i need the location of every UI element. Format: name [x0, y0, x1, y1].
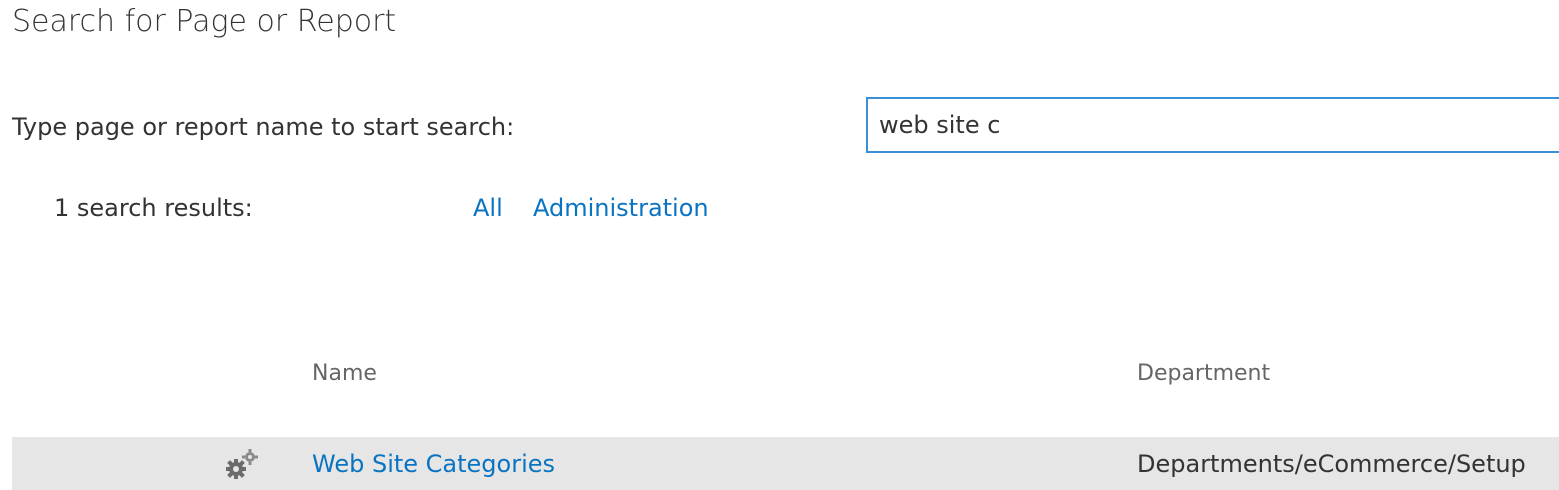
column-header-name[interactable]: Name	[312, 361, 377, 386]
result-department: Departments/eCommerce/Setup	[1137, 450, 1526, 478]
search-field[interactable]	[866, 97, 1559, 153]
results-count-label: 1 search results:	[54, 194, 253, 222]
gears-icon	[224, 447, 260, 483]
filter-administration-link[interactable]: Administration	[533, 194, 709, 222]
search-page: Search for Page or Report Type page or r…	[0, 0, 1559, 490]
column-header-department[interactable]: Department	[1137, 361, 1270, 386]
filter-all-link[interactable]: All	[473, 194, 503, 222]
table-row[interactable]: Web Site Categories Departments/eCommerc…	[12, 437, 1559, 490]
search-prompt-label: Type page or report name to start search…	[12, 113, 515, 141]
search-input[interactable]	[868, 99, 1559, 151]
result-name-link[interactable]: Web Site Categories	[312, 450, 555, 478]
page-title: Search for Page or Report	[12, 4, 397, 39]
